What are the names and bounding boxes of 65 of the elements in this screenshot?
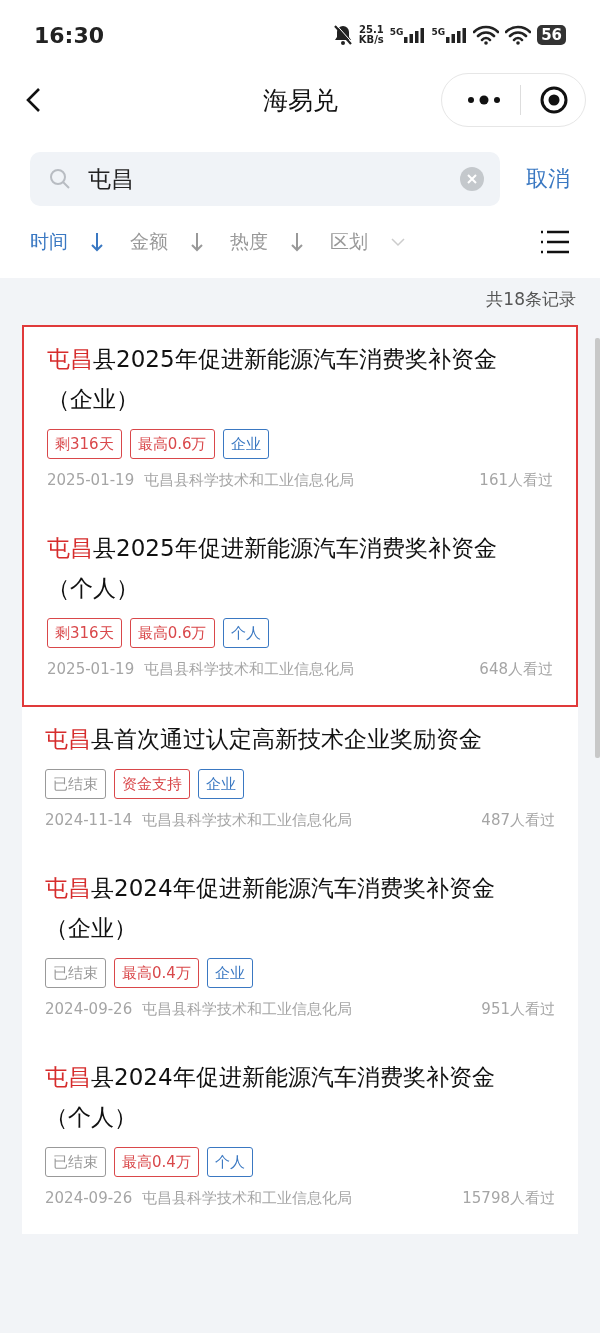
battery-level: 56 [537, 25, 566, 45]
result-title: 屯昌县首次通过认定高新技术企业奖励资金 [45, 725, 483, 754]
chevron-down-icon [390, 237, 406, 247]
search-field[interactable]: 屯昌 [30, 152, 500, 206]
status-time: 16:30 [34, 22, 105, 48]
menu-icon[interactable] [540, 230, 570, 254]
down-arrow-icon [190, 231, 204, 253]
tag: 最高0.4万 [114, 1147, 199, 1177]
publish-date: 2024-09-26 [45, 1000, 133, 1019]
close-target-icon[interactable] [539, 85, 569, 115]
record-count: 共18条记录 [485, 288, 577, 311]
tag: 个人 [206, 1147, 253, 1177]
result-title: 屯昌县2025年促进新能源汽车消费奖补资金（企业） [47, 345, 498, 414]
signal-icon [445, 27, 468, 43]
tag: 最高0.6万 [129, 429, 215, 459]
down-arrow-icon [290, 231, 304, 253]
tag: 已结束 [45, 1147, 106, 1177]
tag: 剩316天 [47, 429, 122, 459]
muted-bell-icon [332, 24, 353, 46]
wifi-icon [473, 25, 500, 45]
publish-date: 2025-01-19 [47, 471, 135, 490]
tag: 资金支持 [114, 769, 190, 799]
view-count: 951人看过 [481, 1000, 555, 1019]
agency-name: 屯昌县科学技术和工业信息化局 [144, 660, 355, 679]
down-arrow-icon [90, 231, 104, 253]
wifi-icon [505, 25, 532, 45]
result-item[interactable]: 屯昌县2025年促进新能源汽车消费奖补资金（企业） 剩316天 最高0.6万 企业 2025-01-19 屯昌县科学技术和工业信息化局 161人看过 [24, 327, 576, 516]
tag: 最高0.4万 [114, 958, 199, 988]
signal-icon [403, 27, 426, 43]
sort-tab[interactable]: 时间 [30, 229, 104, 255]
result-item[interactable]: 屯昌县2024年促进新能源汽车消费奖补资金（个人） 已结束 最高0.4万 个人 2024-09-26 屯昌县科学技术和工业信息化局 15798人看过 [22, 1045, 578, 1234]
publish-date: 2024-11-14 [45, 811, 133, 830]
view-count: 161人看过 [479, 471, 553, 490]
network-type: 5G [431, 27, 446, 37]
cancel-button[interactable]: 取消 [526, 164, 570, 194]
tag: 剩316天 [47, 618, 122, 648]
result-title: 屯昌县2024年促进新能源汽车消费奖补资金（个人） [45, 1063, 496, 1132]
result-item[interactable]: 屯昌县2025年促进新能源汽车消费奖补资金（个人） 剩316天 最高0.6万 个人 2025-01-19 屯昌县科学技术和工业信息化局 648人看过 [24, 516, 576, 705]
tag: 最高0.6万 [129, 618, 215, 648]
result-title: 屯昌县2024年促进新能源汽车消费奖补资金（企业） [45, 874, 496, 943]
search-input[interactable]: 屯昌 [86, 165, 446, 193]
view-count: 487人看过 [481, 811, 555, 830]
publish-date: 2025-01-19 [47, 660, 135, 679]
tag: 已结束 [45, 769, 106, 799]
tag: 已结束 [45, 958, 106, 988]
publish-date: 2024-09-26 [45, 1189, 133, 1208]
tag: 个人 [222, 618, 269, 648]
network-speed: 25.1 KB/s [358, 25, 384, 45]
tag: 企业 [222, 429, 269, 459]
agency-name: 屯昌县科学技术和工业信息化局 [142, 1189, 353, 1208]
result-title: 屯昌县2025年促进新能源汽车消费奖补资金（个人） [47, 534, 498, 603]
agency-name: 屯昌县科学技术和工业信息化局 [142, 811, 353, 830]
tag: 企业 [206, 958, 253, 988]
scrollbar[interactable] [595, 338, 600, 758]
tag: 企业 [198, 769, 244, 799]
agency-name: 屯昌县科学技术和工业信息化局 [142, 1000, 353, 1019]
network-type: 5G [389, 27, 404, 37]
result-item[interactable]: 屯昌县2024年促进新能源汽车消费奖补资金（企业） 已结束 最高0.4万 企业 2024-09-26 屯昌县科学技术和工业信息化局 951人看过 [22, 856, 578, 1045]
view-count: 15798人看过 [462, 1189, 555, 1208]
view-count: 648人看过 [479, 660, 553, 679]
page-title: 海易兑 [262, 84, 338, 117]
result-item[interactable]: 屯昌县首次通过认定高新技术企业奖励资金 已结束 资金支持 企业 2024-11-14 屯昌县科学技术和工业信息化局 487人看过 [22, 707, 578, 856]
agency-name: 屯昌县科学技术和工业信息化局 [144, 471, 355, 490]
more-icon[interactable] [466, 94, 502, 106]
search-icon [48, 167, 72, 191]
